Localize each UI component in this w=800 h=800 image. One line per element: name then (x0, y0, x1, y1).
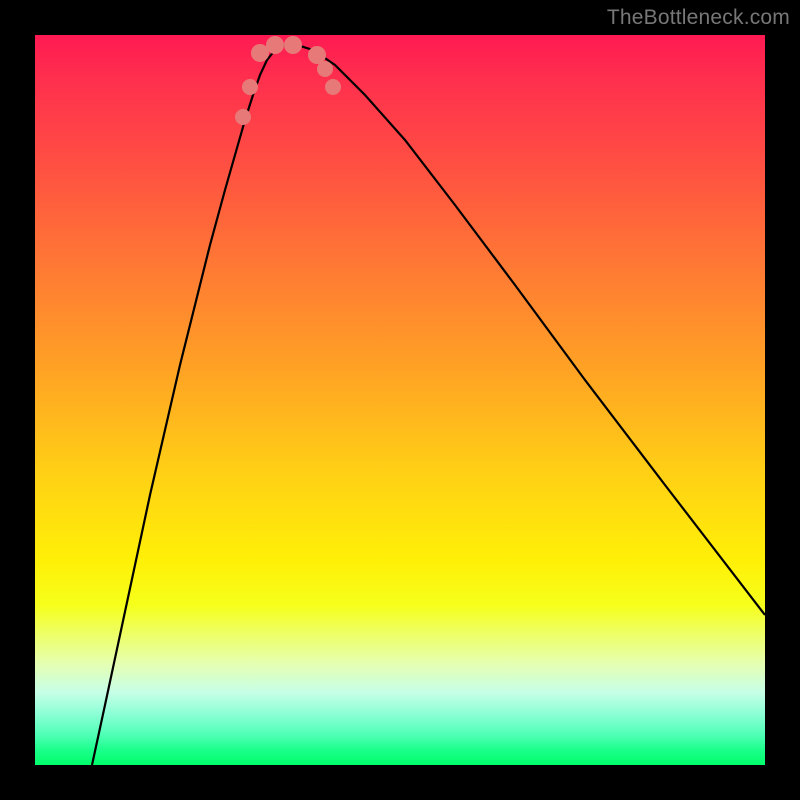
data-marker (266, 36, 284, 54)
chart-frame: TheBottleneck.com (0, 0, 800, 800)
data-marker (317, 61, 333, 77)
curve-layer (35, 35, 765, 765)
data-marker (325, 79, 341, 95)
data-marker (242, 79, 258, 95)
watermark-text: TheBottleneck.com (607, 6, 790, 30)
data-marker (284, 36, 302, 54)
data-marker (235, 109, 251, 125)
bottleneck-curve (92, 45, 765, 765)
plot-area (35, 35, 765, 765)
marker-layer (235, 36, 341, 125)
